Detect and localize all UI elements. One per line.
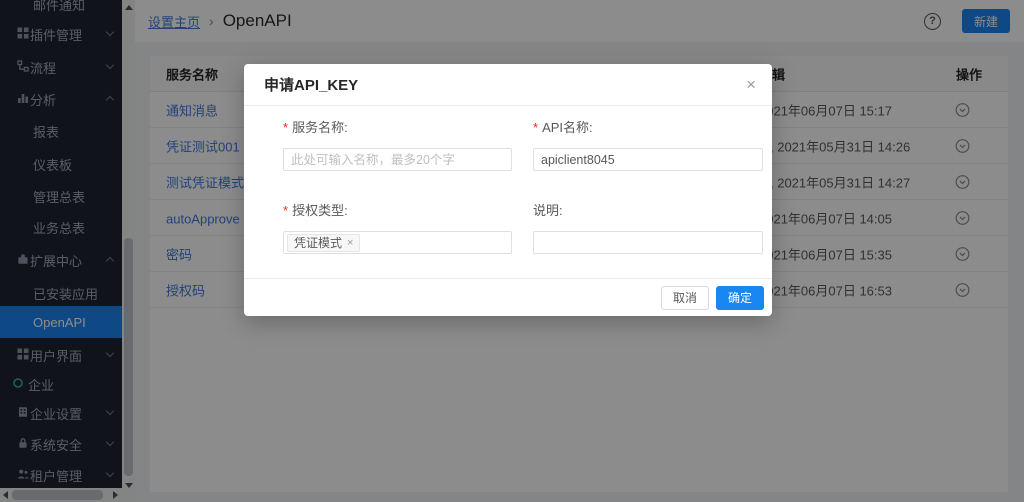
service-name-input[interactable] [283,148,512,171]
modal-footer: 取消 确定 [244,278,772,316]
description-field: 说明: [533,202,763,254]
auth-type-label: 授权类型: [292,203,348,218]
required-asterisk: * [533,120,538,135]
modal-header: 申请API_KEY × [244,64,772,106]
description-input[interactable] [533,231,763,254]
cancel-button[interactable]: 取消 [661,286,709,310]
api-name-label: API名称: [542,120,593,135]
close-icon[interactable]: × [746,76,756,93]
service-name-label: 服务名称: [292,120,348,135]
auth-type-tag: 凭证模式× [287,234,360,252]
service-name-field: * 服务名称: [283,119,512,171]
tag-remove-icon[interactable]: × [347,237,353,249]
confirm-button[interactable]: 确定 [716,286,764,310]
modal-title: 申请API_KEY [264,74,358,95]
required-asterisk: * [283,203,288,218]
required-asterisk: * [283,120,288,135]
auth-type-input[interactable]: 凭证模式× [283,231,512,254]
auth-type-field: * 授权类型: 凭证模式× [283,202,512,254]
api-name-input[interactable] [533,148,763,171]
apply-api-key-modal: 申请API_KEY × * 服务名称: * API名称: * 授权类型: 凭证模式× … [244,64,772,316]
modal-body: * 服务名称: * API名称: * 授权类型: 凭证模式× 说明: [244,106,772,254]
description-label: 说明: [533,203,563,218]
api-name-field: * API名称: [533,119,763,171]
